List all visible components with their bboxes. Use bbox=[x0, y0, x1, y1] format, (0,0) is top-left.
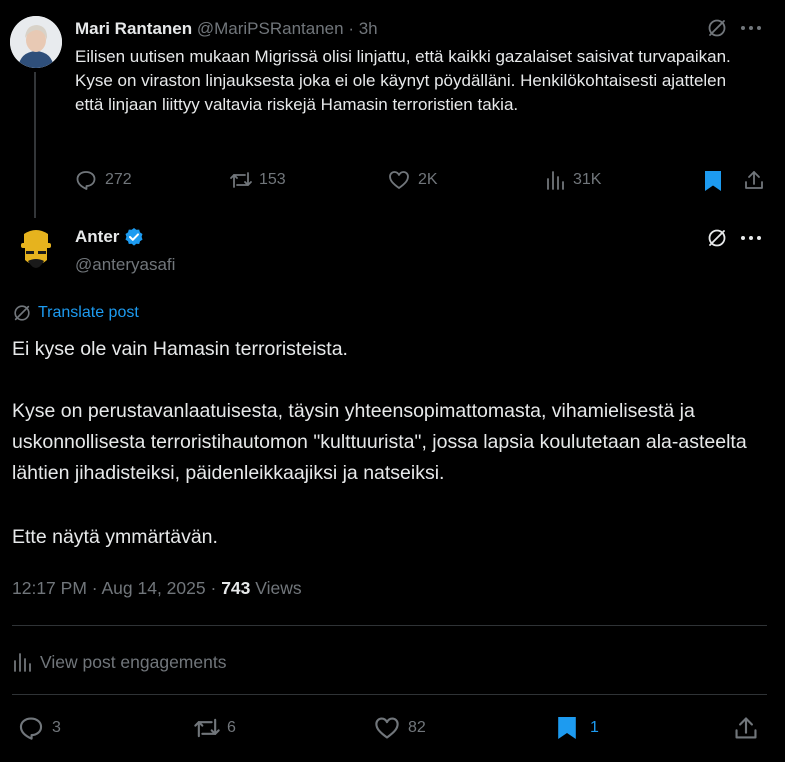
translate-post-link[interactable]: Translate post bbox=[12, 303, 139, 323]
author-name-row: Anter bbox=[75, 227, 144, 247]
like-count: 82 bbox=[408, 719, 426, 736]
bookmark-icon bbox=[558, 717, 576, 739]
views-count: 743 bbox=[221, 578, 251, 598]
reply-button[interactable]: 3 bbox=[18, 715, 61, 741]
verified-badge-icon bbox=[125, 228, 143, 246]
parent-like-count: 2K bbox=[418, 171, 438, 188]
share-icon bbox=[735, 717, 757, 739]
author-avatar[interactable] bbox=[10, 224, 62, 276]
parent-reply-count: 272 bbox=[105, 171, 132, 188]
reply-icon bbox=[19, 717, 43, 740]
parent-repost-button[interactable]: 153 bbox=[229, 169, 286, 191]
share-button[interactable] bbox=[733, 715, 759, 741]
reply-count: 3 bbox=[52, 719, 61, 736]
thread-line bbox=[34, 72, 36, 218]
bookmark-count: 1 bbox=[590, 719, 599, 736]
translate-icon bbox=[14, 305, 30, 321]
parent-author-handle[interactable]: @MariPSRantanen bbox=[197, 19, 344, 38]
parent-repost-count: 153 bbox=[259, 171, 286, 188]
views-icon bbox=[547, 171, 564, 190]
translate-post-label: Translate post bbox=[38, 304, 139, 321]
parent-share-button[interactable] bbox=[743, 169, 765, 191]
view-engagements-link[interactable]: View post engagements bbox=[12, 651, 226, 673]
divider-bottom bbox=[12, 694, 767, 695]
parent-like-button[interactable]: 2K bbox=[388, 169, 438, 191]
views-label: Views bbox=[255, 578, 302, 598]
heart-icon bbox=[389, 171, 409, 189]
parent-header: Mari Rantanen @MariPSRantanen · 3h bbox=[75, 17, 378, 41]
analytics-icon bbox=[14, 653, 31, 672]
parent-grok-icon[interactable] bbox=[706, 17, 728, 39]
grok-icon[interactable] bbox=[706, 227, 728, 249]
repost-button[interactable]: 6 bbox=[193, 715, 236, 741]
divider-top bbox=[12, 625, 767, 626]
share-icon bbox=[745, 171, 763, 189]
author-name[interactable]: Anter bbox=[75, 227, 119, 247]
more-options-icon[interactable] bbox=[740, 235, 762, 241]
like-button[interactable]: 82 bbox=[374, 715, 426, 741]
parent-more-icon[interactable] bbox=[740, 25, 762, 31]
bookmark-icon bbox=[705, 171, 721, 191]
author-handle[interactable]: @anteryasafi bbox=[75, 255, 175, 275]
view-engagements-label: View post engagements bbox=[40, 651, 227, 672]
heart-icon bbox=[375, 717, 399, 739]
parent-views-button[interactable]: 31K bbox=[545, 169, 601, 191]
post-text-line1: Ei kyse ole vain Hamasin terroristeista. bbox=[12, 338, 348, 360]
parent-time[interactable]: · 3h bbox=[348, 19, 377, 38]
parent-views-count: 31K bbox=[573, 171, 602, 188]
parent-bookmark-button[interactable] bbox=[703, 170, 723, 192]
post-timestamp[interactable]: 12:17 PM · Aug 14, 2025 · bbox=[12, 578, 216, 598]
reply-icon bbox=[76, 171, 96, 190]
post-text-line3: Ette näytä ymmärtävän. bbox=[12, 526, 218, 548]
parent-reply-button[interactable]: 272 bbox=[75, 169, 132, 191]
repost-icon bbox=[194, 718, 220, 738]
repost-icon bbox=[230, 172, 252, 188]
bookmark-button[interactable]: 1 bbox=[556, 715, 599, 741]
parent-text: Eilisen uutisen mukaan Migrissä olisi li… bbox=[75, 47, 731, 114]
parent-avatar[interactable] bbox=[10, 16, 62, 68]
post-text-paragraph: Kyse on perustavanlaatuisesta, täysin yh… bbox=[12, 400, 747, 484]
post-meta: 12:17 PM · Aug 14, 2025 · 743 Views bbox=[12, 578, 302, 599]
parent-author-name[interactable]: Mari Rantanen bbox=[75, 19, 192, 38]
repost-count: 6 bbox=[227, 719, 236, 736]
